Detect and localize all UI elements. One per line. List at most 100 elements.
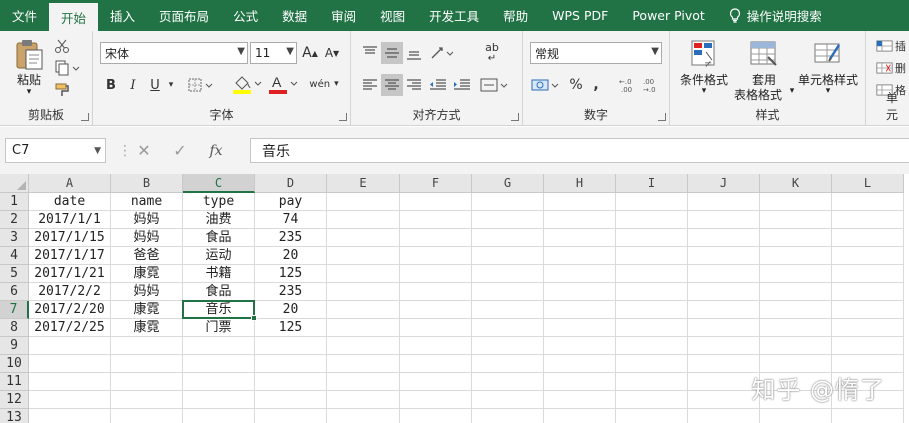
row-header-13[interactable]: 13 [0,409,29,423]
cell-d6[interactable]: 235 [255,283,327,301]
cell-h3[interactable] [544,229,616,247]
cell-h5[interactable] [544,265,616,283]
font-launcher-icon[interactable] [339,113,347,121]
format-as-table-icon[interactable] [746,37,782,71]
cell-i5[interactable] [616,265,688,283]
cell-g11[interactable] [472,373,544,391]
cell-j8[interactable] [688,319,760,337]
cell-a10[interactable] [29,355,111,373]
cell-f9[interactable] [400,337,472,355]
cell-c8[interactable]: 门票 [183,319,255,337]
cell-a2[interactable]: 2017/1/1 [29,211,111,229]
cell-k2[interactable] [760,211,832,229]
grow-font-button[interactable]: A ▲ [301,43,319,63]
cell-h6[interactable] [544,283,616,301]
cell-h11[interactable] [544,373,616,391]
cell-e6[interactable] [327,283,400,301]
clipboard-launcher-icon[interactable] [81,113,89,121]
paste-dropdown-icon[interactable]: ▾ [22,87,36,97]
cell-g9[interactable] [472,337,544,355]
cell-f4[interactable] [400,247,472,265]
cell-a3[interactable]: 2017/1/15 [29,229,111,247]
menu-insert[interactable]: 插入 [98,0,147,31]
column-header-k[interactable]: K [760,174,832,193]
cell-c2[interactable]: 油费 [183,211,255,229]
cell-f11[interactable] [400,373,472,391]
cell-i2[interactable] [616,211,688,229]
cell-e1[interactable] [327,193,400,211]
paste-icon[interactable] [12,37,46,71]
row-header-5[interactable]: 5 [0,265,29,283]
column-header-c[interactable]: C [183,174,255,193]
column-header-a[interactable]: A [29,174,111,193]
cell-d4[interactable]: 20 [255,247,327,265]
font-name-select[interactable]: 宋体 ▼ [100,42,248,64]
cell-f10[interactable] [400,355,472,373]
cell-d3[interactable]: 235 [255,229,327,247]
cell-k7[interactable] [760,301,832,319]
fill-color-button[interactable] [230,72,264,96]
cell-a7[interactable]: 2017/2/20 [29,301,111,319]
cell-c10[interactable] [183,355,255,373]
row-header-10[interactable]: 10 [0,355,29,373]
drag-handle-icon[interactable]: ⋮ [118,143,132,159]
align-center-icon[interactable] [381,74,403,96]
cell-i12[interactable] [616,391,688,409]
cell-k6[interactable] [760,283,832,301]
cell-b13[interactable] [111,409,183,423]
cell-f3[interactable] [400,229,472,247]
cell-i7[interactable] [616,301,688,319]
cell-b2[interactable]: 妈妈 [111,211,183,229]
cell-f12[interactable] [400,391,472,409]
cell-h4[interactable] [544,247,616,265]
cell-g10[interactable] [472,355,544,373]
enter-icon[interactable]: ✓ [162,141,198,160]
paste-label[interactable]: 粘贴 [12,71,46,88]
cell-d2[interactable]: 74 [255,211,327,229]
align-middle-icon[interactable] [381,42,403,64]
cell-h8[interactable] [544,319,616,337]
cancel-icon[interactable]: ✕ [126,141,162,160]
increase-indent-icon[interactable] [451,74,473,96]
cell-d1[interactable]: pay [255,193,327,211]
cell-b12[interactable] [111,391,183,409]
name-box[interactable]: C7 ▼ [5,138,106,163]
cell-k8[interactable] [760,319,832,337]
italic-button[interactable]: I [123,74,143,96]
menu-formulas[interactable]: 公式 [221,0,270,31]
cell-e7[interactable] [327,301,400,319]
cell-c1[interactable]: type [183,193,255,211]
cell-e8[interactable] [327,319,400,337]
cell-a4[interactable]: 2017/1/17 [29,247,111,265]
cell-i13[interactable] [616,409,688,423]
fill-handle[interactable] [251,315,257,321]
cell-h10[interactable] [544,355,616,373]
cell-c5[interactable]: 书籍 [183,265,255,283]
cell-e10[interactable] [327,355,400,373]
cell-styles-dropdown-icon[interactable]: ▾ [821,86,835,96]
cell-g5[interactable] [472,265,544,283]
cell-h7[interactable] [544,301,616,319]
formula-input[interactable]: 音乐 [250,138,909,163]
cell-l4[interactable] [832,247,904,265]
menu-review[interactable]: 审阅 [319,0,368,31]
number-format-select[interactable]: 常规 ▼ [530,42,662,64]
cell-a8[interactable]: 2017/2/25 [29,319,111,337]
cell-l8[interactable] [832,319,904,337]
cell-g1[interactable] [472,193,544,211]
row-header-12[interactable]: 12 [0,391,29,409]
cell-c3[interactable]: 食品 [183,229,255,247]
cell-j1[interactable] [688,193,760,211]
wrap-text-button[interactable]: ab ↵ [479,40,505,66]
cell-l3[interactable] [832,229,904,247]
cell-j12[interactable] [688,391,760,409]
cell-j3[interactable] [688,229,760,247]
cell-i8[interactable] [616,319,688,337]
cell-f8[interactable] [400,319,472,337]
cell-i6[interactable] [616,283,688,301]
column-header-h[interactable]: H [544,174,616,193]
cell-l6[interactable] [832,283,904,301]
cell-e5[interactable] [327,265,400,283]
cell-c12[interactable] [183,391,255,409]
row-header-9[interactable]: 9 [0,337,29,355]
